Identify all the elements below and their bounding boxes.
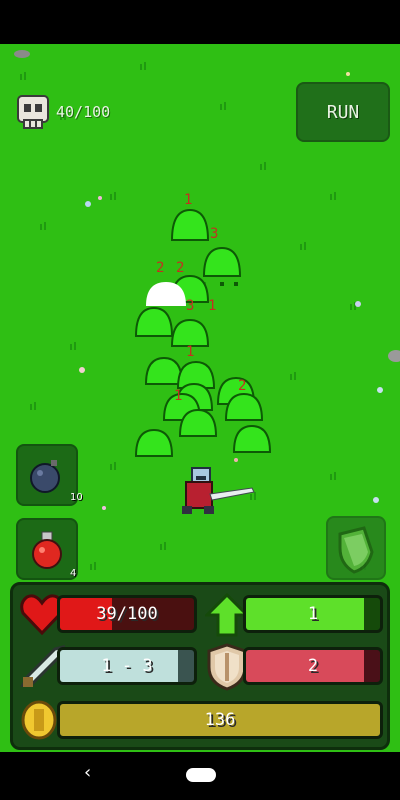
- shield-ability-button[interactable]: [326, 516, 386, 580]
- hero-character: [182, 467, 255, 514]
- status-bar: [0, 0, 400, 44]
- slime: [178, 408, 218, 437]
- damage-number: 1: [186, 344, 194, 360]
- slime-eyes: [220, 282, 238, 286]
- potion-icon: [32, 531, 62, 569]
- kill-counter: 40/100: [16, 92, 110, 132]
- slime: [134, 428, 174, 457]
- hero-sword: [209, 487, 255, 501]
- kill-count: 40/100: [56, 103, 111, 121]
- defense-bar: 2: [243, 647, 383, 685]
- shield-icon: [338, 526, 374, 574]
- slime: [202, 246, 242, 277]
- damage-number: 1: [208, 298, 216, 314]
- bomb-icon: [30, 460, 60, 493]
- potion-slot[interactable]: [16, 518, 78, 580]
- rock: [14, 50, 30, 58]
- slime: [170, 208, 210, 241]
- level-bar: 1: [243, 595, 383, 633]
- slime: [224, 392, 264, 421]
- gold-label: 136: [204, 710, 236, 730]
- slime: [170, 318, 210, 347]
- damage-number: 1: [174, 388, 182, 404]
- slime-group: [134, 208, 272, 457]
- damage-number: 2: [148, 290, 156, 306]
- run-button[interactable]: RUN: [296, 82, 390, 142]
- rock: [388, 350, 400, 362]
- bomb-slot[interactable]: [16, 444, 78, 506]
- attack-bar: 1 - 3: [57, 647, 197, 685]
- defense-label: 2: [307, 656, 319, 676]
- damage-number: 1: [184, 192, 192, 208]
- slime: [144, 356, 184, 385]
- damage-number: 3: [186, 298, 194, 314]
- bomb-count: 10: [70, 492, 83, 503]
- health-bar: 39/100: [57, 595, 197, 633]
- damage-number: 3: [210, 226, 218, 242]
- damage-number: 2: [156, 260, 164, 276]
- slime: [232, 424, 272, 453]
- health-label: 39/100: [96, 604, 158, 624]
- skull-icon: [17, 95, 49, 129]
- level-label: 1: [307, 604, 319, 624]
- home-button[interactable]: [186, 768, 216, 782]
- potion-count: 4: [70, 568, 77, 579]
- damage-number: 2: [238, 378, 246, 394]
- back-icon[interactable]: ‹: [84, 762, 91, 783]
- slime: [134, 306, 174, 337]
- coin-icon: [21, 700, 57, 740]
- damage-number: 2: [176, 260, 184, 276]
- game-screen: 1 3 2 2 3 1 2 1 2 1 40/100 RUN 10 4 39/1…: [0, 0, 400, 800]
- attack-label: 1 - 3: [101, 656, 153, 676]
- stats-panel: 39/100 1 1 - 3 2 136: [10, 582, 390, 750]
- gold-bar: 136: [57, 701, 383, 739]
